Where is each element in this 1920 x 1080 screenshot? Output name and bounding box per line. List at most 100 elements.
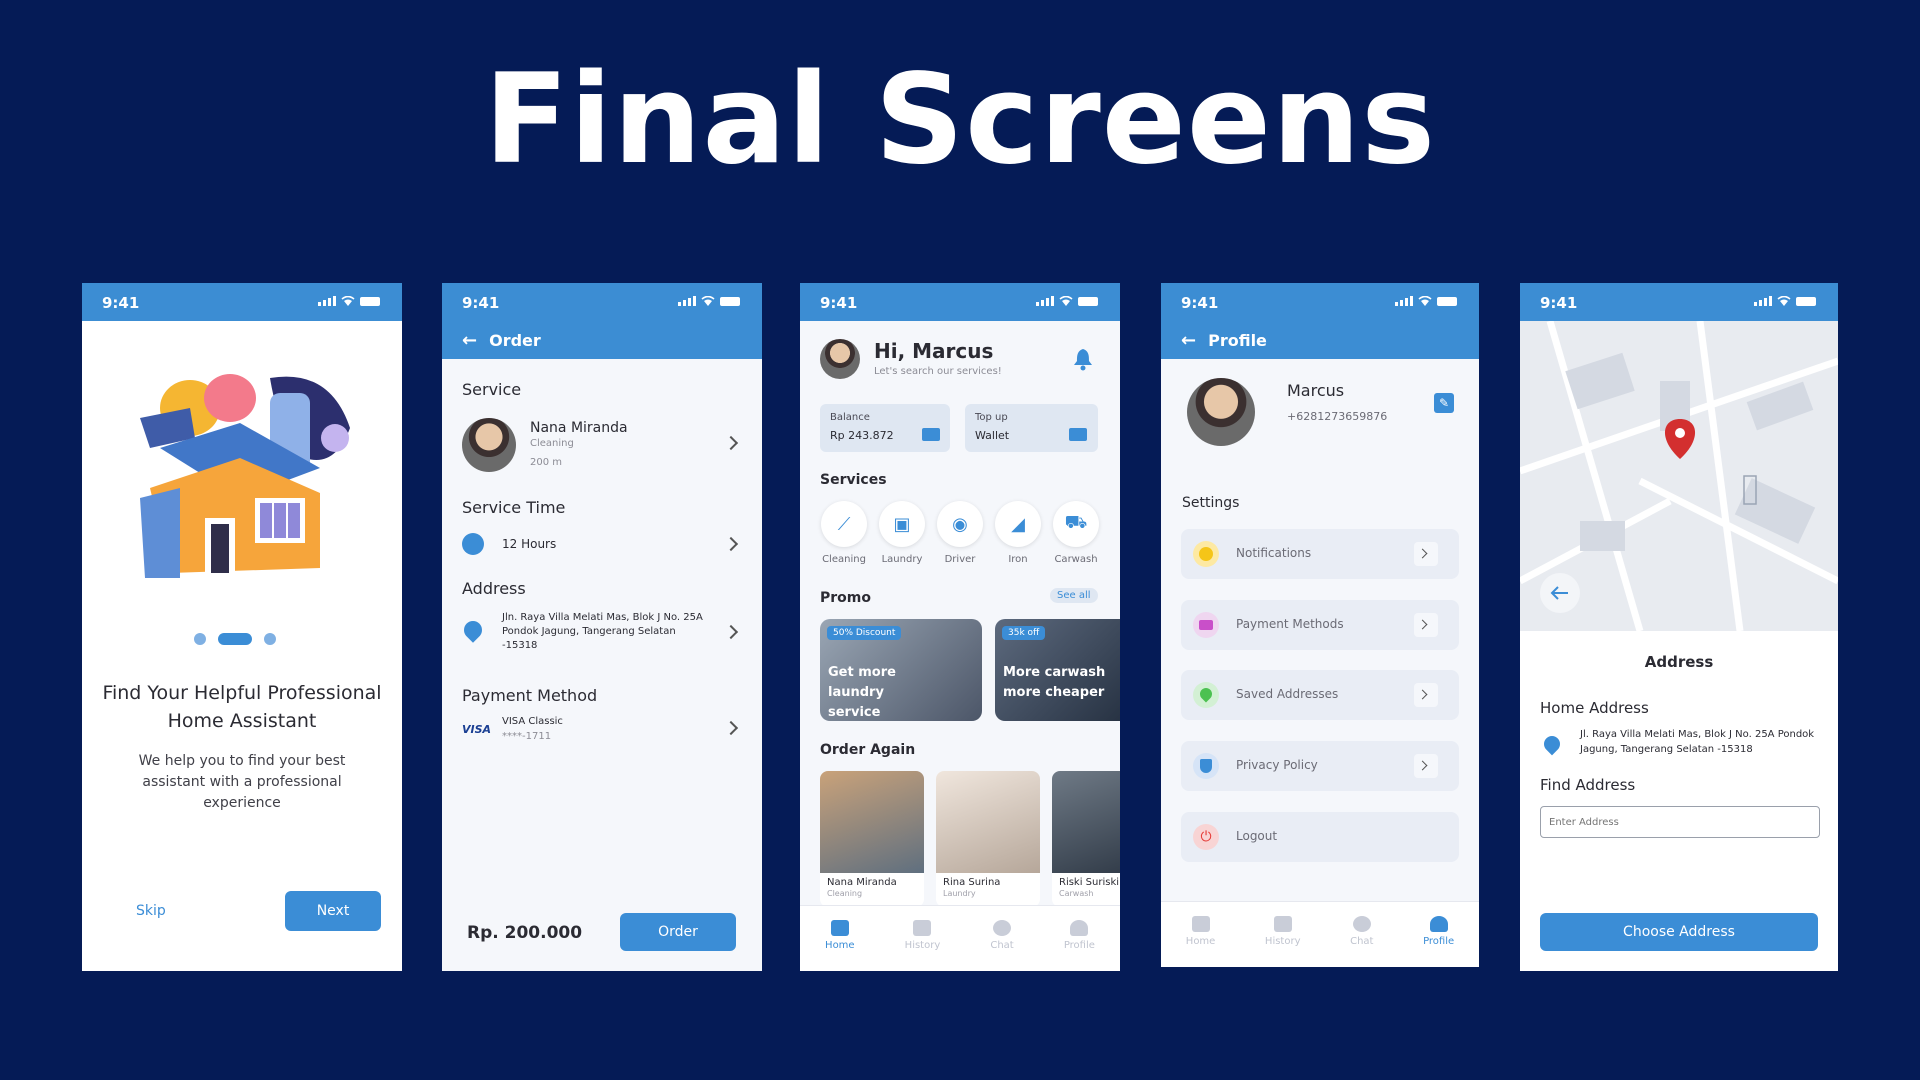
service-time-label: Service Time bbox=[462, 498, 566, 517]
settings-item-privacy-policy[interactable]: Privacy Policy bbox=[1181, 741, 1459, 791]
provider-name: Rina Surina bbox=[943, 877, 1001, 888]
nav-label: Chat bbox=[990, 940, 1014, 951]
chevron-right-icon[interactable] bbox=[723, 720, 739, 736]
settings-item-label: Payment Methods bbox=[1236, 617, 1344, 631]
promo-card[interactable]: 35k off More carwash more cheaper bbox=[995, 619, 1120, 721]
provider-photo bbox=[936, 771, 1040, 873]
promo-label: Promo bbox=[820, 590, 871, 606]
topup-card[interactable]: Top up Wallet bbox=[965, 404, 1098, 452]
service-label: Cleaning bbox=[822, 554, 866, 565]
bell-icon bbox=[1193, 541, 1219, 567]
nav-home[interactable]: Home bbox=[825, 920, 855, 971]
provider-photo bbox=[820, 771, 924, 873]
provider-type: Cleaning bbox=[530, 438, 574, 449]
address-search-input[interactable] bbox=[1540, 806, 1820, 838]
nav-label: Profile bbox=[1063, 940, 1095, 951]
chevron-right-icon bbox=[1414, 754, 1438, 778]
balance-card[interactable]: Balance Rp 243.872 bbox=[820, 404, 950, 452]
chevron-right-icon[interactable] bbox=[723, 624, 739, 640]
bottom-nav: Home History Chat Profile bbox=[800, 905, 1120, 971]
signal-icon bbox=[1754, 296, 1772, 306]
status-bar: 9:41 bbox=[1161, 283, 1479, 321]
visa-logo: VISA bbox=[462, 723, 492, 736]
wifi-icon bbox=[1777, 296, 1791, 306]
nav-home[interactable]: Home bbox=[1186, 916, 1215, 967]
greeting: Hi, Marcus bbox=[874, 339, 994, 363]
provider-photo bbox=[1052, 771, 1120, 873]
chevron-right-icon[interactable] bbox=[723, 435, 739, 451]
battery-icon bbox=[1078, 297, 1098, 306]
settings-item-saved-addresses[interactable]: Saved Addresses bbox=[1181, 670, 1459, 720]
service-label: Iron bbox=[1008, 554, 1028, 565]
battery-icon bbox=[360, 297, 380, 306]
settings-item-notifications[interactable]: Notifications bbox=[1181, 529, 1459, 579]
address-title: Address bbox=[1644, 653, 1714, 671]
see-all-link[interactable]: See all bbox=[1050, 588, 1098, 603]
profile-icon bbox=[1429, 916, 1448, 932]
nav-history[interactable]: History bbox=[1265, 916, 1301, 967]
back-arrow-icon[interactable]: ← bbox=[1181, 330, 1196, 351]
settings-item-logout[interactable]: ⏻ Logout bbox=[1181, 812, 1459, 862]
provider-name: Nana Miranda bbox=[530, 420, 628, 436]
choose-address-button[interactable]: Choose Address bbox=[1540, 913, 1818, 951]
nav-label: History bbox=[904, 940, 941, 951]
next-button[interactable]: Next bbox=[285, 891, 381, 931]
settings-item-label: Notifications bbox=[1236, 546, 1312, 560]
edit-icon[interactable]: ✎ bbox=[1434, 393, 1454, 413]
service-laundry[interactable]: ▣ Laundry bbox=[878, 501, 926, 565]
signal-icon bbox=[678, 296, 696, 306]
bell-icon[interactable] bbox=[1072, 347, 1094, 371]
order-again-card[interactable]: Nana Miranda Cleaning bbox=[820, 771, 924, 907]
settings-item-payment-methods[interactable]: Payment Methods bbox=[1181, 600, 1459, 650]
provider-name: Riski Suriski bbox=[1059, 877, 1120, 888]
balance-label: Balance bbox=[830, 412, 870, 423]
profile-phone: +6281273659876 bbox=[1287, 410, 1388, 423]
service-driver[interactable]: ◉ Driver bbox=[936, 501, 984, 565]
user-avatar[interactable] bbox=[820, 339, 860, 379]
nav-profile[interactable]: Profile bbox=[1423, 916, 1454, 967]
settings-item-label: Saved Addresses bbox=[1236, 687, 1339, 701]
service-iron[interactable]: ◢ Iron bbox=[994, 501, 1042, 565]
order-again-card[interactable]: Riski Suriski Carwash bbox=[1052, 771, 1120, 907]
promo-badge: 35k off bbox=[1002, 626, 1046, 640]
balance-value: Rp 243.872 bbox=[830, 429, 894, 442]
iron-icon: ◢ bbox=[995, 501, 1041, 547]
order-button[interactable]: Order bbox=[620, 913, 736, 951]
onboarding-body: We help you to find your best assistant … bbox=[138, 753, 346, 811]
service-cleaning[interactable]: ⟋ Cleaning bbox=[820, 501, 868, 565]
promo-card[interactable]: 50% Discount Get more laundry service bbox=[820, 619, 982, 721]
car-icon: ◉ bbox=[937, 501, 983, 547]
provider-name: Nana Miranda bbox=[827, 877, 897, 888]
service-carwash[interactable]: ⛟ Carwash bbox=[1052, 501, 1100, 565]
order-again-label: Order Again bbox=[820, 742, 916, 758]
chevron-right-icon bbox=[1414, 542, 1438, 566]
signal-icon bbox=[318, 296, 336, 306]
order-price: Rp. 200.000 bbox=[467, 923, 583, 943]
nav-history[interactable]: History bbox=[904, 920, 941, 971]
nav-label: Chat bbox=[1350, 936, 1374, 947]
chevron-right-icon[interactable] bbox=[723, 536, 739, 552]
status-bar: 9:41 bbox=[800, 283, 1120, 321]
nav-chat[interactable]: Chat bbox=[1350, 916, 1373, 967]
wallet-icon bbox=[1193, 612, 1219, 638]
skip-button[interactable]: Skip bbox=[136, 903, 166, 919]
settings-item-label: Privacy Policy bbox=[1236, 758, 1318, 772]
signal-icon bbox=[1395, 296, 1413, 306]
settings-item-label: Logout bbox=[1236, 829, 1278, 843]
card-name: VISA Classic bbox=[502, 716, 563, 727]
service-label: Service bbox=[462, 380, 522, 399]
onboarding-screen: 9:41 Find Your Helpful Professional Home… bbox=[82, 283, 402, 971]
profile-icon bbox=[1070, 920, 1089, 936]
back-arrow-icon[interactable]: ← bbox=[462, 330, 477, 351]
provider-type: Carwash bbox=[1059, 889, 1094, 898]
nav-profile[interactable]: Profile bbox=[1064, 920, 1095, 971]
order-again-card[interactable]: Rina Surina Laundry bbox=[936, 771, 1040, 907]
card-number: ****-1711 bbox=[502, 731, 552, 742]
status-time: 9:41 bbox=[820, 294, 858, 312]
battery-icon bbox=[720, 297, 740, 306]
profile-appbar: ← Profile bbox=[1161, 321, 1479, 359]
map-view[interactable] bbox=[1520, 321, 1838, 631]
wifi-icon bbox=[341, 296, 355, 306]
nav-chat[interactable]: Chat bbox=[990, 920, 1014, 971]
carwash-icon: ⛟ bbox=[1053, 501, 1099, 547]
